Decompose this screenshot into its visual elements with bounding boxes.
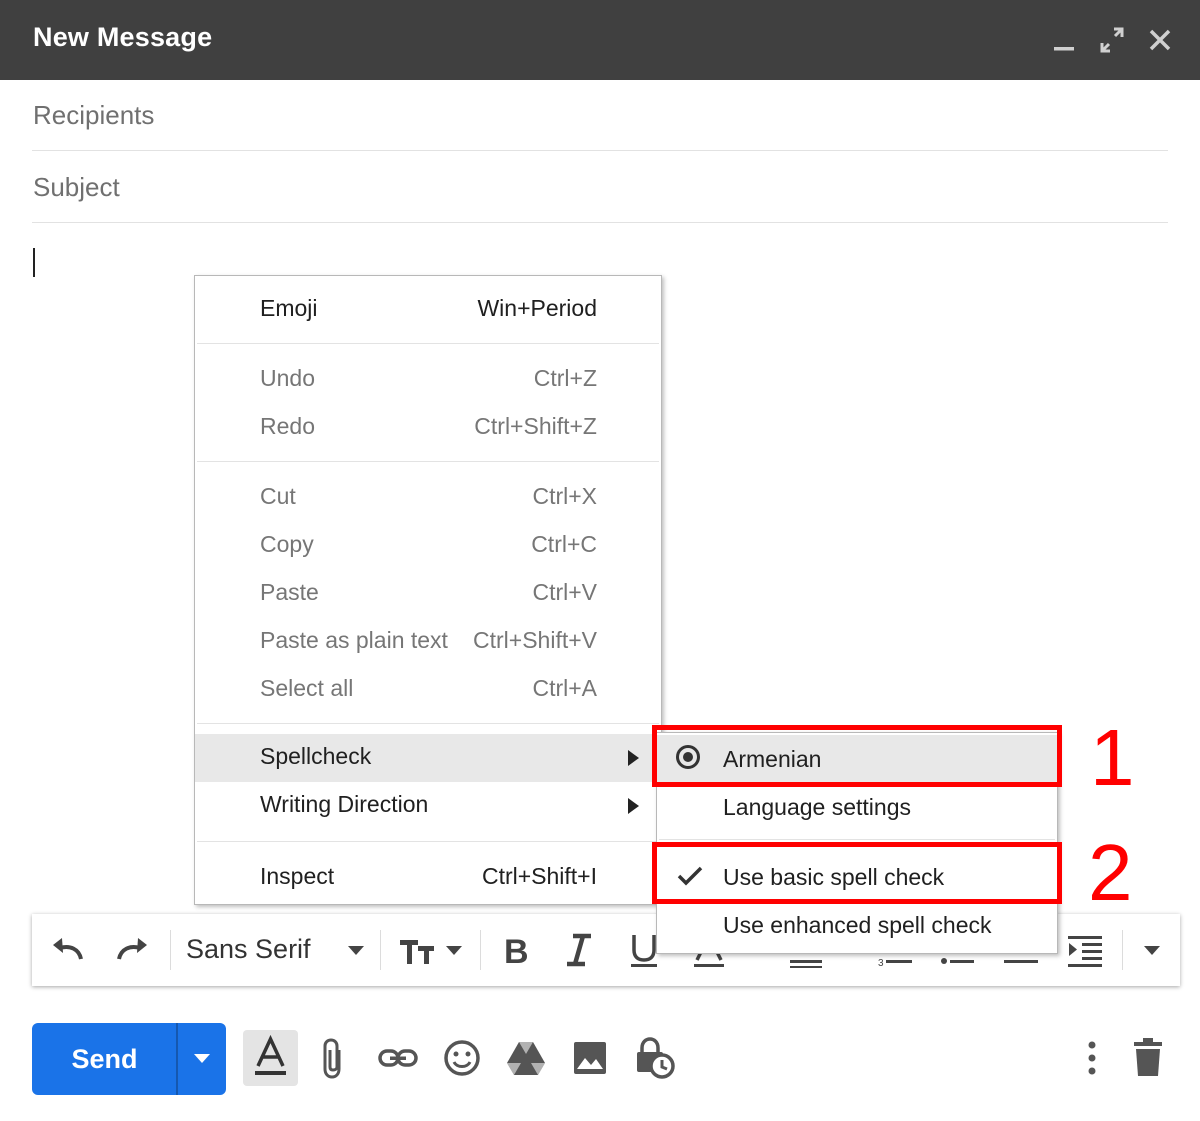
annotation-number-2: 2 bbox=[1088, 828, 1133, 917]
formatting-options-button[interactable] bbox=[243, 1030, 298, 1086]
fullscreen-icon[interactable] bbox=[1097, 24, 1127, 56]
menu-divider bbox=[659, 839, 1055, 840]
annotation-box-1 bbox=[652, 725, 1062, 787]
menu-item-label: Undo bbox=[260, 365, 315, 391]
recipients-divider bbox=[32, 150, 1168, 151]
menu-item-label: Cut bbox=[260, 483, 296, 509]
menu-item-writing-direction[interactable]: Writing Direction bbox=[195, 782, 661, 830]
subject-divider bbox=[32, 222, 1168, 223]
italic-icon[interactable] bbox=[564, 932, 594, 968]
menu-item-inspect[interactable]: Inspect Ctrl+Shift+I bbox=[195, 854, 661, 902]
menu-item-shortcut: Ctrl+C bbox=[531, 531, 597, 557]
menu-divider bbox=[197, 723, 659, 724]
menu-item-shortcut: Ctrl+X bbox=[532, 483, 597, 509]
menu-item-shortcut: Ctrl+A bbox=[532, 675, 597, 701]
google-drive-icon[interactable] bbox=[504, 1036, 548, 1080]
menu-item-redo[interactable]: Redo Ctrl+Shift+Z bbox=[195, 404, 661, 452]
menu-item-shortcut: Ctrl+Z bbox=[533, 365, 597, 391]
menu-item-label: Paste bbox=[260, 579, 319, 605]
indent-more-icon[interactable] bbox=[1068, 932, 1104, 968]
text-caret bbox=[33, 248, 35, 277]
submenu-arrow-icon bbox=[628, 798, 639, 814]
menu-item-label: Copy bbox=[260, 531, 314, 557]
send-button[interactable]: Send bbox=[32, 1023, 177, 1095]
attach-file-icon[interactable] bbox=[313, 1036, 357, 1080]
toolbar-divider bbox=[1122, 930, 1123, 970]
toolbar-divider bbox=[380, 930, 381, 970]
menu-item-copy[interactable]: Copy Ctrl+C bbox=[195, 522, 661, 570]
insert-link-icon[interactable] bbox=[376, 1036, 420, 1080]
font-dropdown-icon[interactable] bbox=[348, 946, 364, 955]
font-select[interactable]: Sans Serif bbox=[186, 934, 311, 965]
svg-text:3: 3 bbox=[878, 958, 884, 968]
menu-item-label: Emoji bbox=[260, 295, 318, 321]
toolbar-divider bbox=[480, 930, 481, 970]
font-size-dropdown-icon[interactable] bbox=[446, 946, 462, 955]
chevron-down-icon bbox=[194, 1054, 210, 1063]
menu-item-undo[interactable]: Undo Ctrl+Z bbox=[195, 356, 661, 404]
more-options-icon[interactable] bbox=[1070, 1036, 1114, 1080]
annotation-number-1: 1 bbox=[1090, 713, 1135, 802]
menu-item-paste-plain-text[interactable]: Paste as plain text Ctrl+Shift+V bbox=[195, 618, 661, 666]
menu-item-label: Paste as plain text bbox=[260, 627, 448, 653]
menu-item-paste[interactable]: Paste Ctrl+V bbox=[195, 570, 661, 618]
toolbar-divider bbox=[170, 930, 171, 970]
menu-item-spellcheck[interactable]: Spellcheck bbox=[195, 734, 661, 782]
menu-divider bbox=[197, 461, 659, 462]
menu-divider bbox=[197, 841, 659, 842]
menu-item-label: Spellcheck bbox=[260, 743, 372, 769]
more-formatting-icon[interactable] bbox=[1144, 946, 1160, 955]
discard-draft-icon[interactable] bbox=[1126, 1036, 1170, 1080]
bold-icon[interactable]: B bbox=[502, 932, 532, 971]
submenu-item-language-settings[interactable]: Language settings bbox=[657, 783, 1057, 831]
menu-item-label: Select all bbox=[260, 675, 354, 701]
recipients-field[interactable]: Recipients bbox=[33, 100, 154, 131]
close-icon[interactable] bbox=[1145, 24, 1175, 56]
submenu-item-label: Language settings bbox=[723, 794, 911, 820]
minimize-icon[interactable] bbox=[1049, 24, 1079, 56]
menu-item-cut[interactable]: Cut Ctrl+X bbox=[195, 474, 661, 522]
compose-title: New Message bbox=[33, 22, 213, 52]
menu-item-shortcut: Ctrl+V bbox=[532, 579, 597, 605]
font-size-icon[interactable] bbox=[398, 932, 438, 968]
menu-item-emoji[interactable]: Emoji Win+Period bbox=[195, 286, 661, 334]
menu-item-shortcut: Ctrl+Shift+Z bbox=[474, 413, 597, 439]
confidential-mode-icon[interactable] bbox=[632, 1036, 676, 1080]
submenu-item-label: Use enhanced spell check bbox=[723, 912, 992, 938]
menu-item-shortcut: Ctrl+Shift+V bbox=[473, 627, 597, 653]
menu-item-label: Inspect bbox=[260, 863, 335, 889]
annotation-box-2 bbox=[652, 842, 1062, 904]
send-options-button[interactable] bbox=[178, 1023, 226, 1095]
context-menu: Emoji Win+Period Undo Ctrl+Z Redo Ctrl+S… bbox=[194, 275, 662, 905]
menu-item-label: Redo bbox=[260, 413, 315, 439]
subject-field[interactable]: Subject bbox=[33, 172, 120, 203]
redo-icon[interactable] bbox=[112, 932, 152, 968]
submenu-arrow-icon bbox=[628, 750, 639, 766]
submenu-item-enhanced-spell-check[interactable]: Use enhanced spell check bbox=[657, 901, 1057, 949]
svg-text:B: B bbox=[504, 933, 529, 968]
text-format-icon bbox=[255, 1034, 286, 1075]
insert-photo-icon[interactable] bbox=[568, 1036, 612, 1080]
undo-icon[interactable] bbox=[48, 932, 88, 968]
menu-item-shortcut: Win+Period bbox=[477, 295, 597, 321]
menu-divider bbox=[197, 343, 659, 344]
menu-item-shortcut: Ctrl+Shift+I bbox=[481, 863, 597, 889]
insert-emoji-icon[interactable] bbox=[440, 1036, 484, 1080]
menu-item-label: Writing Direction bbox=[260, 791, 429, 817]
menu-item-select-all[interactable]: Select all Ctrl+A bbox=[195, 666, 661, 714]
